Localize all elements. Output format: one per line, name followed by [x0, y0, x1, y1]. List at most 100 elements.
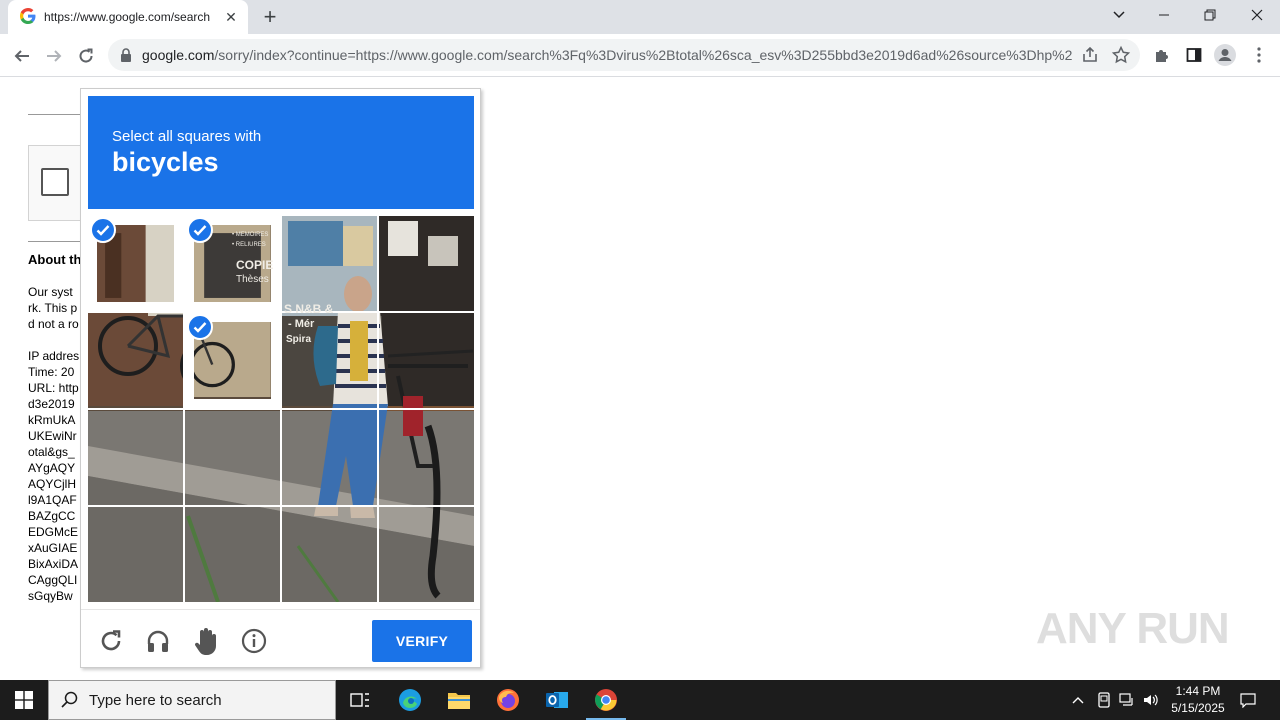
forward-arrow-icon [47, 50, 62, 62]
hand-icon[interactable] [192, 627, 220, 655]
image-tile[interactable] [282, 313, 377, 408]
clock-date: 5/15/2025 [1171, 701, 1225, 715]
divider [28, 241, 88, 242]
image-tile[interactable] [379, 313, 474, 408]
close-window-button[interactable] [1234, 0, 1280, 30]
page-text-line: BAZgCC [28, 509, 76, 523]
edge-app-button[interactable] [386, 680, 434, 720]
page-text-line: BixAxiDA [28, 557, 79, 571]
image-tile[interactable] [185, 507, 280, 602]
tab-close-icon[interactable]: ✕ [223, 9, 239, 25]
watermark-logo: ANY RUN [1036, 604, 1230, 653]
challenge-target: bicycles [112, 147, 219, 177]
page-text-line: IP addres [28, 349, 80, 363]
file-explorer-app-button[interactable] [435, 680, 483, 720]
show-hidden-icons-chevron-icon[interactable] [1068, 680, 1088, 720]
page-text-line: xAuGIAE [28, 541, 78, 555]
tile-photo [379, 313, 474, 408]
firefox-app-button[interactable] [484, 680, 532, 720]
about-heading: About th [28, 252, 82, 267]
tile-photo [379, 507, 474, 602]
task-view-button[interactable] [336, 680, 384, 720]
address-bar[interactable]: google.com/sorry/index?continue=https://… [108, 39, 1140, 71]
image-tile-selected[interactable] [88, 216, 183, 311]
page-text-line: l9A1QAF [28, 493, 77, 507]
forward-button[interactable] [40, 43, 68, 69]
page-text-line: AQYCjlH [28, 477, 77, 491]
audio-challenge-headphones-icon[interactable] [144, 627, 172, 655]
tile-photo [88, 507, 183, 602]
image-tile[interactable] [88, 313, 183, 408]
image-tile-selected[interactable] [185, 313, 280, 408]
page-text-line: otal&gs_ [28, 445, 75, 459]
side-panel-icon[interactable] [1183, 44, 1205, 66]
image-tile[interactable] [379, 216, 474, 311]
url-text[interactable]: google.com/sorry/index?continue=https://… [142, 47, 1072, 63]
page-text-line: Our syst [28, 285, 73, 299]
url-path: /sorry/index?continue=https://www.google… [214, 47, 1072, 63]
image-tile[interactable] [185, 410, 280, 505]
tile-photo [282, 410, 377, 505]
menu-kebab-icon[interactable] [1248, 44, 1270, 66]
page-text-line: rk. This p [28, 301, 78, 315]
image-grid: COPIE Thèses • MEMOIRES • RELIURES S N&B & - … [88, 216, 474, 602]
image-tile[interactable] [282, 507, 377, 602]
taskbar-search-box[interactable]: Type here to search [48, 680, 336, 720]
image-tile[interactable] [88, 410, 183, 505]
image-tile[interactable] [282, 410, 377, 505]
browser-tab[interactable]: https://www.google.com/search ✕ [8, 0, 248, 34]
page-text-line: d3e2019 [28, 397, 75, 411]
challenge-header: Select all squares with bicycles [88, 96, 474, 209]
new-tab-button[interactable]: + [258, 6, 282, 28]
tile-photo [185, 410, 280, 505]
taskbar-clock[interactable]: 1:44 PM 5/15/2025 [1160, 683, 1236, 717]
clock-time: 1:44 PM [1175, 684, 1221, 698]
tab-search-chevron-icon[interactable] [1104, 4, 1134, 26]
browser-toolbar: google.com/sorry/index?continue=https://… [0, 34, 1280, 77]
image-tile-selected[interactable] [185, 216, 280, 311]
network-icon[interactable] [1116, 680, 1138, 720]
reload-button[interactable] [72, 43, 100, 69]
page-text-line: d not a ro [28, 317, 79, 331]
profile-avatar-icon[interactable] [1214, 44, 1236, 66]
tile-photo [185, 507, 280, 602]
back-button[interactable] [8, 43, 36, 69]
page-text-line: CAggQLI [28, 573, 78, 587]
lock-icon[interactable] [120, 48, 132, 62]
selected-check-icon [187, 314, 213, 340]
page-text-line: kRmUkA [28, 413, 76, 427]
verify-button[interactable]: VERIFY [372, 620, 472, 662]
url-host: google.com [142, 47, 215, 63]
share-icon[interactable] [1080, 45, 1100, 65]
image-tile[interactable] [379, 507, 474, 602]
page-text-line: AYgAQY [28, 461, 76, 475]
bookmark-star-icon[interactable] [1111, 45, 1131, 65]
reload-challenge-icon[interactable] [97, 627, 125, 655]
extensions-puzzle-icon[interactable] [1151, 44, 1173, 66]
image-tile[interactable] [88, 507, 183, 602]
search-icon [61, 691, 78, 708]
volume-icon[interactable] [1140, 680, 1162, 720]
windows-logo-icon [15, 691, 33, 709]
tile-photo [282, 507, 377, 602]
chrome-app-button[interactable] [582, 680, 630, 720]
outlook-icon [546, 692, 568, 708]
restore-button[interactable] [1187, 0, 1233, 30]
task-view-icon [350, 693, 369, 707]
tile-photo [88, 313, 183, 408]
recaptcha-checkbox[interactable] [41, 168, 69, 196]
image-tile[interactable] [282, 216, 377, 311]
page-text-line: URL: http [28, 381, 79, 395]
image-tile[interactable] [379, 410, 474, 505]
tray-device-icon[interactable] [1094, 680, 1114, 720]
tile-photo [88, 410, 183, 505]
minimize-button[interactable] [1141, 0, 1187, 30]
page-text-line: UKEwiNr [28, 429, 77, 443]
info-icon[interactable] [240, 627, 268, 655]
outlook-app-button[interactable] [533, 680, 581, 720]
divider [28, 114, 88, 115]
recaptcha-challenge: Select all squares with bicycles COPIE T… [80, 88, 481, 668]
notifications-icon[interactable] [1236, 680, 1260, 720]
selected-check-icon [90, 217, 116, 243]
start-button[interactable] [0, 680, 48, 720]
